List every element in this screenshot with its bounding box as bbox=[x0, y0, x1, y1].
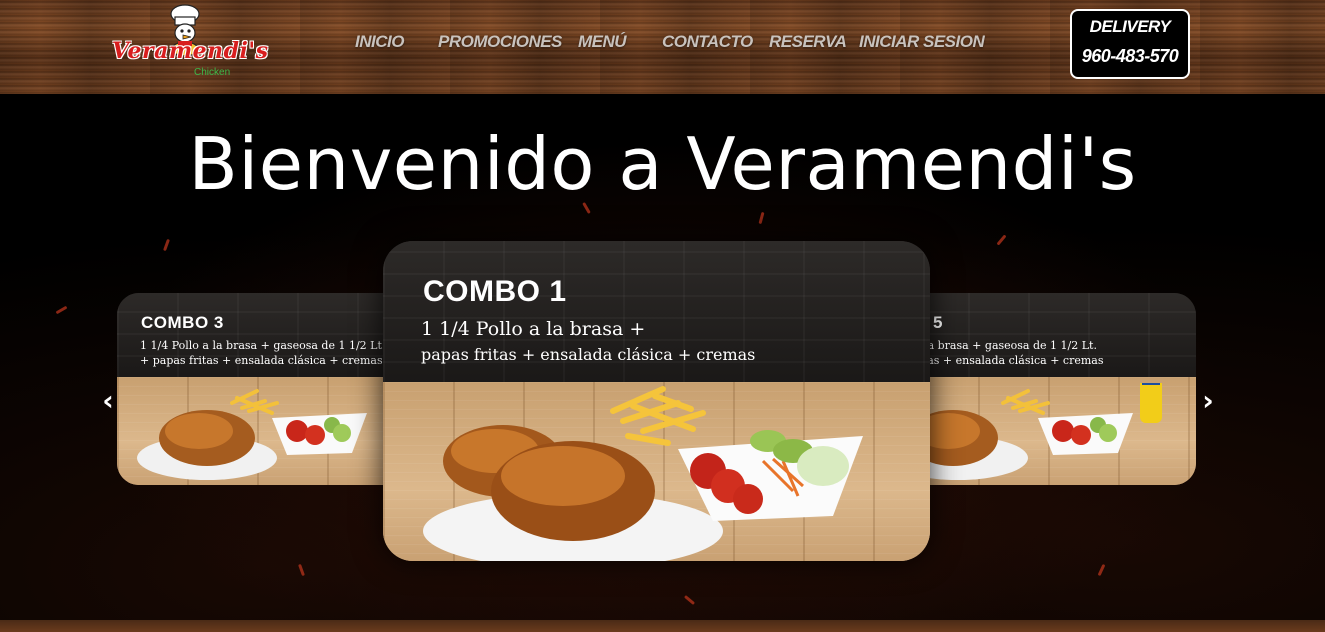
combo-description: a la brasa + gaseosa de 1 1/2 Lt. bbox=[914, 339, 1097, 352]
hero-title: Bienvenido a Veramendi's bbox=[188, 122, 1137, 206]
combo-card-right[interactable]: O 5 a la brasa + gaseosa de 1 1/2 Lt. ri… bbox=[908, 293, 1196, 485]
nav-promociones[interactable]: PROMOCIONES bbox=[438, 32, 562, 52]
ember-decoration bbox=[55, 305, 68, 315]
combo-description: + papas fritas + ensalada clásica + crem… bbox=[140, 354, 383, 367]
nav-inicio[interactable]: INICIO bbox=[355, 32, 404, 52]
brand-sub: Chicken bbox=[194, 67, 231, 78]
delivery-button[interactable]: DELIVERY 960-483-570 bbox=[1070, 9, 1190, 79]
combo-food-image bbox=[908, 383, 1162, 480]
brand-name: Veramendi's bbox=[112, 38, 269, 64]
ember-decoration bbox=[298, 563, 305, 577]
logo[interactable]: Veramendi's Chicken bbox=[112, 4, 268, 82]
delivery-phone: 960-483-570 bbox=[1081, 46, 1179, 66]
combo-description: ritas + ensalada clásica + cremas bbox=[914, 354, 1104, 367]
ember-decoration bbox=[996, 234, 1007, 246]
delivery-label: DELIVERY bbox=[1089, 17, 1171, 36]
nav-iniciar-sesion[interactable]: INICIAR SESION bbox=[859, 32, 985, 52]
combo-description: 1 1/4 Pollo a la brasa + bbox=[421, 318, 646, 340]
site-header: Veramendi's Chicken INICIO PROMOCIONES M… bbox=[0, 0, 1325, 94]
nav-contacto[interactable]: CONTACTO bbox=[662, 32, 753, 52]
combo-title: COMBO 1 bbox=[423, 275, 567, 308]
ember-decoration bbox=[163, 238, 170, 252]
combo-card-active[interactable]: COMBO 1 1 1/4 Pollo a la brasa + papas f… bbox=[383, 241, 930, 561]
combo-description: 1 1/4 Pollo a la brasa + gaseosa de 1 1/… bbox=[140, 339, 386, 352]
combo-food-image bbox=[423, 386, 863, 561]
ember-decoration bbox=[758, 211, 765, 225]
nav-reserva[interactable]: RESERVA bbox=[769, 32, 847, 52]
combo-food-image bbox=[137, 383, 407, 480]
footer-strip bbox=[0, 620, 1325, 632]
combo-title: COMBO 3 bbox=[141, 313, 224, 332]
nav-menu[interactable]: MENÚ bbox=[578, 32, 627, 52]
combo-card-left[interactable]: COMBO 3 1 1/4 Pollo a la brasa + gaseosa… bbox=[117, 293, 417, 485]
combo-description: papas fritas + ensalada clásica + cremas bbox=[421, 345, 756, 364]
ember-decoration bbox=[683, 594, 696, 606]
ember-decoration bbox=[1097, 563, 1106, 577]
chevron-right-icon[interactable]: › bbox=[1194, 385, 1222, 417]
